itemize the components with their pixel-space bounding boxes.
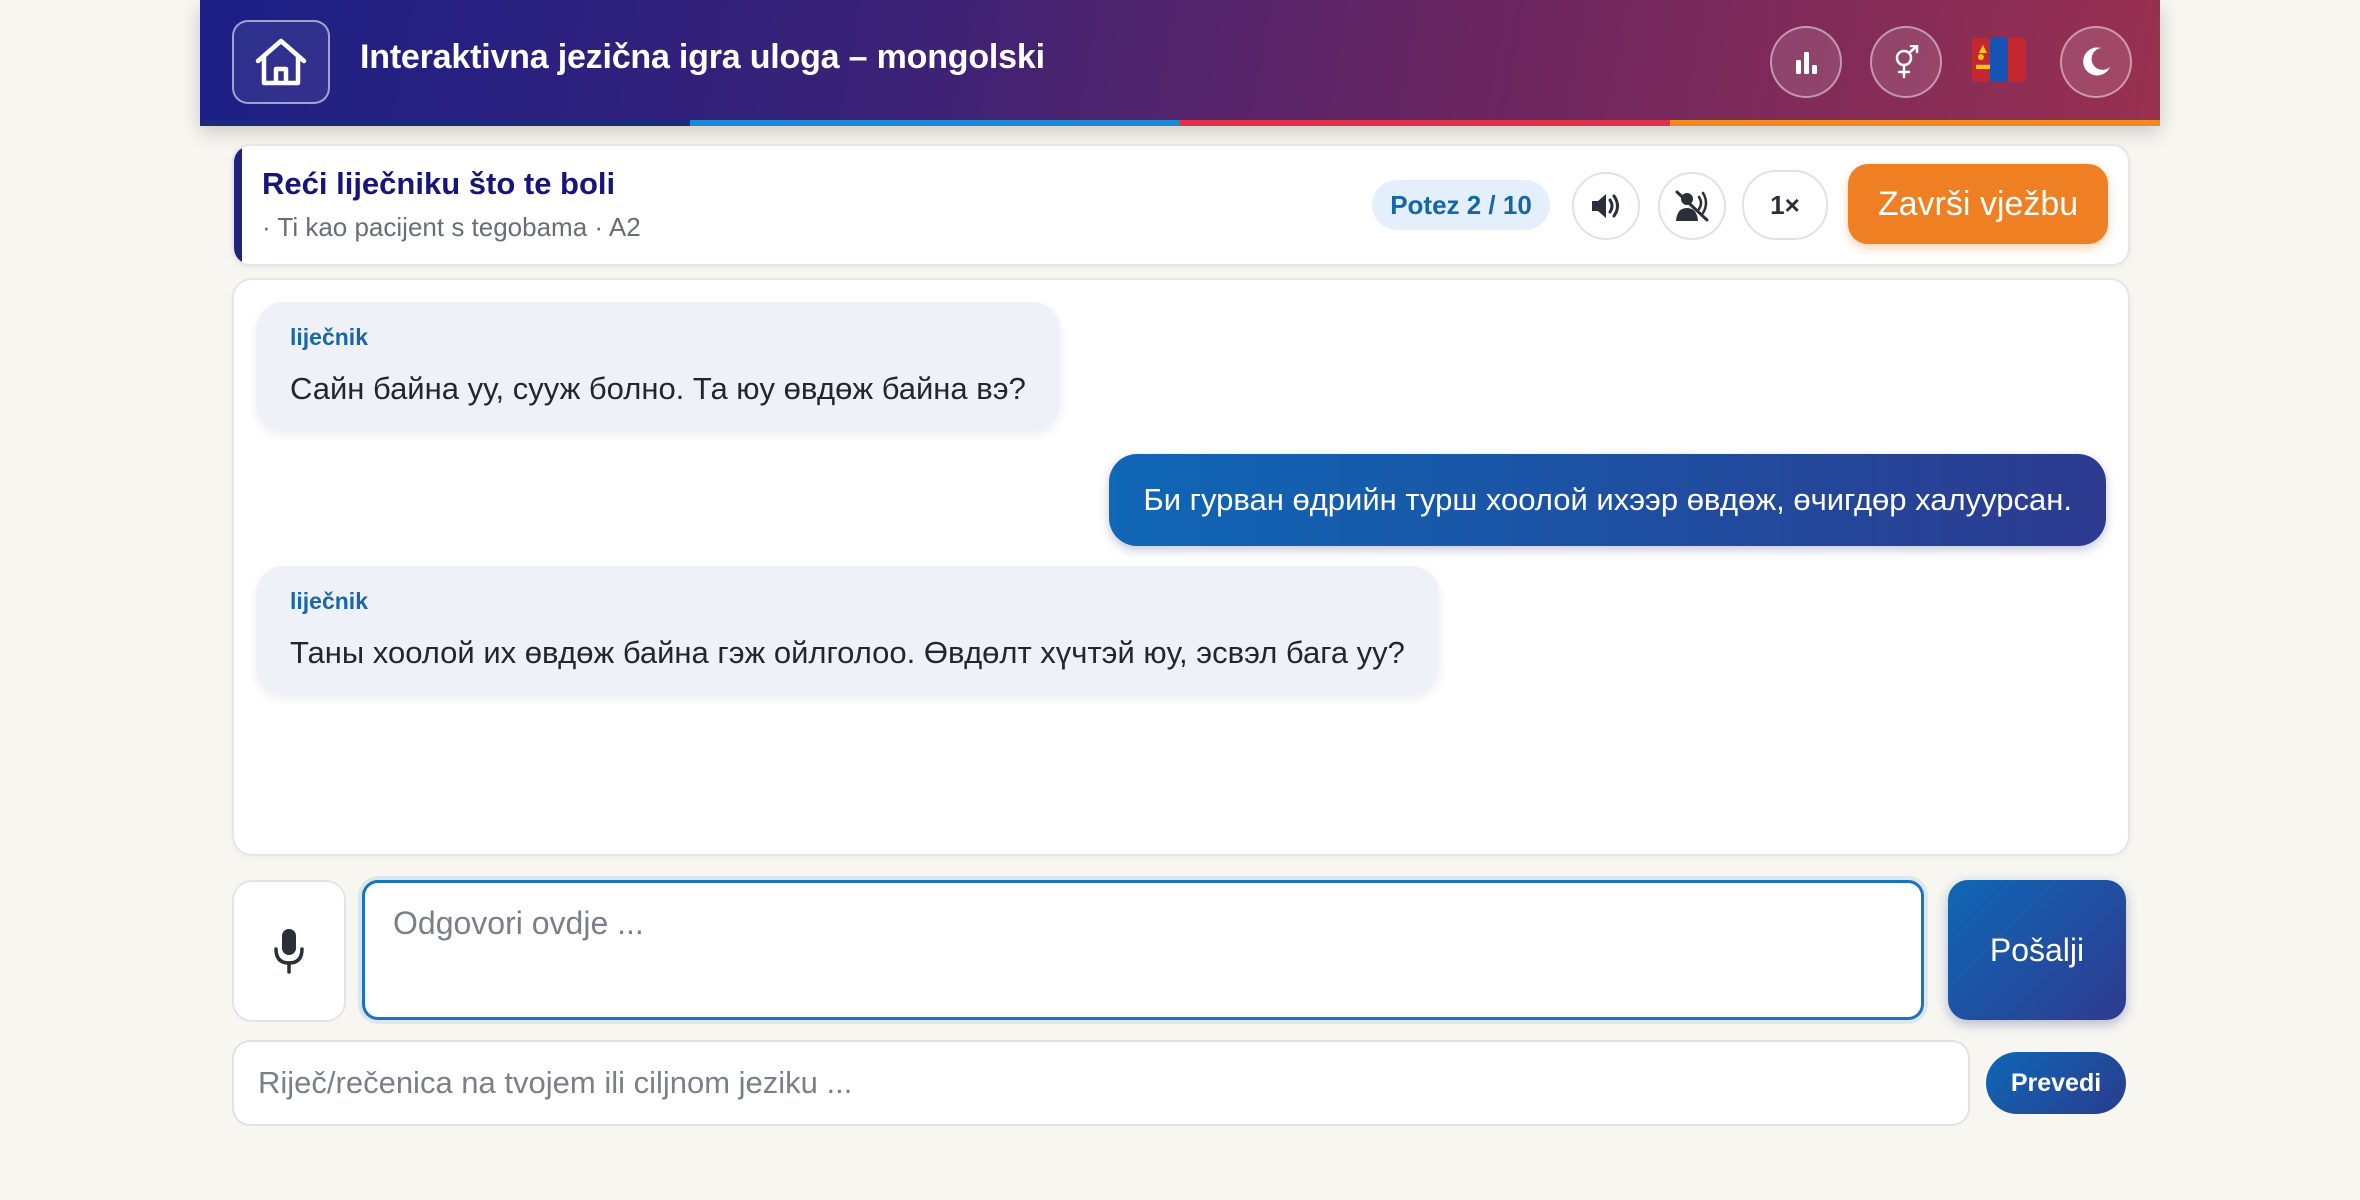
theme-toggle-button[interactable] xyxy=(2060,26,2132,98)
playback-speed-button[interactable]: 1× xyxy=(1742,170,1828,240)
turn-counter-badge: Potez 2 / 10 xyxy=(1372,180,1550,230)
microphone-button[interactable] xyxy=(232,880,346,1022)
header-color-stripe xyxy=(200,120,2160,126)
user-message: Би гурван өдрийн турш хоолой ихээр өвдөж… xyxy=(1109,454,2106,546)
stats-button[interactable] xyxy=(1770,26,1842,98)
send-button[interactable]: Pošalji xyxy=(1948,880,2126,1020)
auto-voice-toggle-button[interactable] xyxy=(1658,172,1726,240)
npc-message: liječnik Таны хоолой их өвдөж байна гэж … xyxy=(256,566,1439,695)
app-header: Interaktivna jezična igra uloga – mongol… xyxy=(200,0,2160,126)
scenario-title: Reći liječniku što te boli xyxy=(262,166,616,201)
message-speaker: liječnik xyxy=(290,588,368,614)
moon-icon xyxy=(2083,47,2110,76)
gender-icon xyxy=(1895,45,1919,79)
finish-exercise-button[interactable]: Završi vježbu xyxy=(1848,164,2108,244)
npc-message: liječnik Сайн байна уу, сууж болно. Та ю… xyxy=(256,302,1060,431)
message-text: Таны хоолой их өвдөж байна гэж ойлголоо.… xyxy=(290,635,1405,670)
message-text: Сайн байна уу, сууж болно. Та юу өвдөж б… xyxy=(290,371,1026,406)
gender-button[interactable] xyxy=(1870,26,1942,98)
app: Interaktivna jezična igra uloga – mongol… xyxy=(200,0,2160,1200)
read-aloud-button[interactable] xyxy=(1572,172,1640,240)
mongolia-flag-icon[interactable]: ▲ ● ▬ xyxy=(1972,38,2026,82)
scenario-subtitle: · Ti kao pacijent s tegobama · A2 xyxy=(262,212,641,242)
microphone-icon xyxy=(274,929,304,974)
translate-input[interactable] xyxy=(232,1040,1970,1126)
voice-off-icon xyxy=(1675,190,1709,222)
scenario-card: Reći liječniku što te boli · Ti kao paci… xyxy=(232,144,2130,266)
home-button[interactable] xyxy=(232,20,330,104)
chat-log[interactable]: liječnik Сайн байна уу, сууж болно. Та ю… xyxy=(232,278,2130,856)
reply-input[interactable] xyxy=(362,880,1924,1020)
scenario-accent-bar xyxy=(234,146,242,264)
speaker-icon xyxy=(1592,194,1619,218)
translate-button[interactable]: Prevedi xyxy=(1986,1052,2126,1114)
bar-chart-icon xyxy=(1796,52,1817,74)
message-speaker: liječnik xyxy=(290,324,368,350)
app-title: Interaktivna jezična igra uloga – mongol… xyxy=(360,38,1045,76)
home-icon xyxy=(255,38,307,86)
